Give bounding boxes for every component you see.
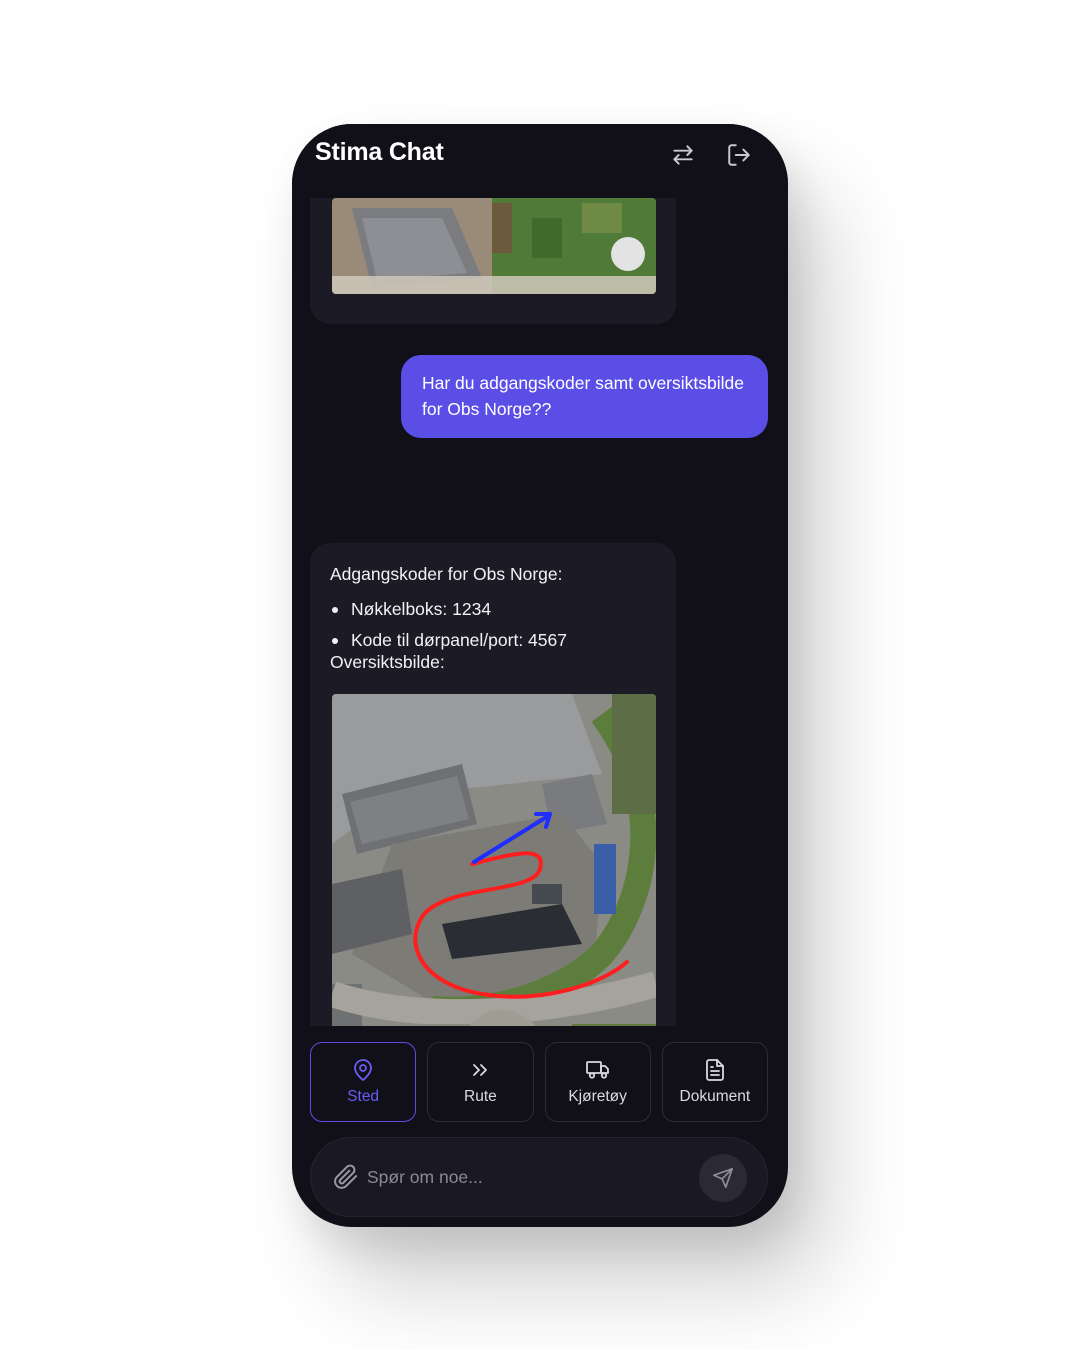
send-icon: [713, 1168, 733, 1188]
paperclip-icon[interactable]: [333, 1164, 359, 1190]
list-item: Nøkkelboks: 1234: [330, 596, 656, 622]
action-label: Rute: [464, 1088, 497, 1105]
user-message: Har du adgangskoder samt oversiktsbilde …: [401, 355, 768, 438]
log-out-icon: [728, 144, 750, 166]
action-dokument-button[interactable]: Dokument: [661, 1042, 768, 1122]
phone-frame: Stima Chat Har du adgangskoder samt over…: [292, 124, 788, 1227]
assistant-message: Adgangskoder for Obs Norge: Nøkkelboks: …: [310, 543, 676, 1026]
chat-thread[interactable]: Har du adgangskoder samt oversiktsbilde …: [292, 198, 788, 1026]
logout-button[interactable]: [724, 140, 754, 170]
assistant-message-image: [310, 198, 676, 324]
action-kjoretoy-button[interactable]: Kjøretøy: [544, 1042, 651, 1122]
file-text-icon: [705, 1059, 724, 1081]
app-header: Stima Chat: [292, 124, 788, 198]
satellite-map-image[interactable]: [332, 198, 656, 294]
action-label: Dokument: [679, 1088, 751, 1105]
action-label: Kjøretøy: [568, 1088, 627, 1105]
action-label: Sted: [347, 1088, 380, 1105]
action-rute-button[interactable]: Rute: [427, 1042, 534, 1122]
user-message-text: Har du adgangskoder samt oversiktsbilde …: [422, 373, 744, 419]
truck-icon: [585, 1061, 609, 1079]
map-pin-icon: [354, 1059, 373, 1081]
chevrons-right-icon: [473, 1064, 488, 1076]
send-button[interactable]: [699, 1154, 747, 1202]
message-composer: [310, 1137, 768, 1217]
overview-map-image[interactable]: [332, 694, 656, 1026]
arrows-left-right-icon: [673, 145, 693, 165]
map-thumbnail-graphic: [332, 198, 656, 294]
list-item: Kode til dørpanel/port: 4567: [330, 627, 656, 653]
action-sted-button[interactable]: Sted: [310, 1042, 417, 1122]
message-input[interactable]: [367, 1160, 687, 1194]
overview-map-graphic: [332, 694, 656, 1026]
app-title: Stima Chat: [315, 138, 444, 166]
quick-actions: Sted Rute Kjøretøy Dokument: [310, 1042, 768, 1122]
access-code-list: Nøkkelboks: 1234 Kode til dørpanel/port:…: [330, 596, 656, 653]
assistant-heading: Adgangskoder for Obs Norge:: [330, 564, 563, 584]
switch-button[interactable]: [668, 140, 698, 170]
